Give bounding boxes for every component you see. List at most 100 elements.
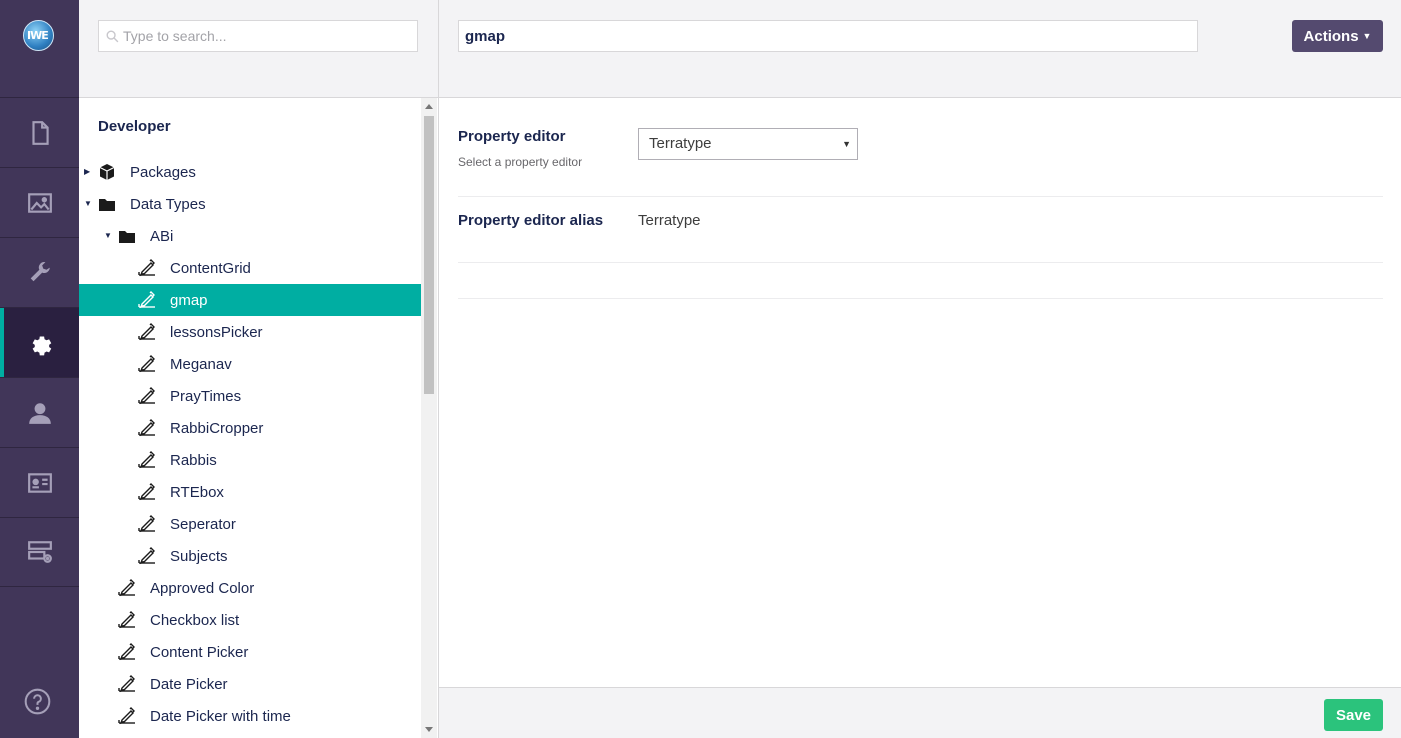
tree-item[interactable]: Meganav [79, 348, 421, 380]
scrollbar-thumb[interactable] [424, 116, 434, 394]
tree-item-label: Data Types [130, 195, 206, 213]
tree-item-label: RabbiCropper [170, 419, 264, 437]
tree-item[interactable]: Seperator [79, 508, 421, 540]
datatype-icon [138, 547, 156, 565]
tree-item[interactable]: Checkbox list [79, 604, 421, 636]
datatype-icon [138, 515, 156, 533]
tree-item-label: gmap [170, 291, 208, 309]
tree-item[interactable]: gmap [79, 284, 421, 316]
tree-item-label: Meganav [170, 355, 232, 373]
tree-item[interactable]: PrayTimes [79, 380, 421, 412]
tree-item-label: Content Picker [150, 643, 249, 661]
section-forms[interactable] [0, 517, 79, 587]
tree-item[interactable]: ▼ ABi [79, 220, 421, 252]
tree-item[interactable]: ▶ Packages [79, 156, 421, 188]
wrench-icon [30, 261, 50, 281]
caret-down-icon[interactable]: ▼ [104, 232, 112, 240]
tree-item[interactable]: Content Picker [79, 636, 421, 668]
search-box[interactable] [98, 20, 418, 52]
save-button[interactable]: Save [1324, 699, 1383, 731]
section-members[interactable] [0, 447, 79, 517]
tree-item[interactable]: Subjects [79, 540, 421, 572]
tree-scrollbar[interactable] [421, 98, 437, 738]
caret-right-icon[interactable]: ▶ [84, 168, 92, 176]
chevron-down-icon: ▼ [1362, 31, 1372, 41]
chevron-down-icon: ▼ [842, 139, 851, 149]
folder-icon [98, 195, 116, 213]
tree-item[interactable]: ContentGrid [79, 252, 421, 284]
datatype-icon [138, 355, 156, 373]
forms-icon [27, 541, 52, 563]
tree-item[interactable]: Date Picker [79, 668, 421, 700]
tree-item[interactable]: RTEbox [79, 476, 421, 508]
tree-search-area [79, 0, 438, 98]
section-settings[interactable] [0, 237, 79, 307]
datatype-icon [138, 323, 156, 341]
tree-item-label: lessonsPicker [170, 323, 263, 341]
datatype-icon [138, 387, 156, 405]
logo-text: IWE [27, 29, 49, 42]
tree-root-title: Developer [98, 118, 171, 135]
tree-item[interactable]: Approved Color [79, 572, 421, 604]
gear-icon [32, 336, 51, 355]
search-icon [106, 30, 119, 43]
divider [458, 262, 1383, 263]
datatype-icon [118, 675, 136, 693]
property-editor-select[interactable]: Terratype ▼ [638, 128, 858, 160]
id-card-icon [27, 472, 52, 493]
tree-item-label: Date Picker with time [150, 707, 291, 725]
tree-item-label: PrayTimes [170, 387, 242, 405]
property-editor-description: Select a property editor [458, 155, 583, 169]
section-content[interactable] [0, 97, 79, 167]
editor-panel: Actions▼ Property editor Select a proper… [439, 0, 1401, 738]
folder-icon [118, 227, 136, 245]
divider [458, 298, 1383, 299]
app-sidebar: IWE [0, 0, 79, 738]
logo[interactable]: IWE [23, 20, 54, 51]
tree-item-label: ABi [150, 227, 174, 245]
datatype-icon [118, 611, 136, 629]
tree-list: ▶ Packages ▼ Data Types ▼ ABi ContentGrid gmap l… [79, 156, 421, 732]
tree-item-label: Approved Color [150, 579, 255, 597]
property-editor-alias-value: Terratype [638, 212, 701, 229]
tree-panel: Developer ▶ Packages ▼ Data Types ▼ ABi Conten… [79, 0, 439, 738]
datatype-icon [118, 707, 136, 725]
tree-item-label: Checkbox list [150, 611, 240, 629]
datatype-icon [138, 259, 156, 277]
tree-item-label: ContentGrid [170, 259, 251, 277]
tree-item[interactable]: Rabbis [79, 444, 421, 476]
scroll-down-arrow[interactable] [425, 727, 433, 732]
caret-down-icon[interactable]: ▼ [84, 200, 92, 208]
datatype-name-input[interactable] [458, 20, 1198, 52]
scroll-up-arrow[interactable] [425, 104, 433, 109]
tree-item[interactable]: RabbiCropper [79, 412, 421, 444]
actions-button[interactable]: Actions ▼ [1292, 20, 1383, 52]
package-icon [98, 163, 116, 181]
tree-item-label: Date Picker [150, 675, 228, 693]
property-editor-alias-label: Property editor alias [458, 212, 604, 229]
tree-item-label: RTEbox [170, 483, 224, 501]
user-icon [28, 402, 51, 424]
property-editor-selected: Terratype [649, 135, 712, 152]
actions-label: Actions [1303, 27, 1359, 45]
tree-item-label: Subjects [170, 547, 228, 565]
tree-item[interactable]: ▼ Data Types [79, 188, 421, 220]
tree-item-label: Rabbis [170, 451, 217, 469]
tree-item-label: Packages [130, 163, 196, 181]
document-icon [31, 120, 49, 145]
section-developer[interactable] [0, 307, 79, 377]
editor-footer: Save [439, 687, 1401, 738]
datatype-icon [118, 643, 136, 661]
search-input[interactable] [123, 26, 413, 46]
section-users[interactable] [0, 377, 79, 447]
tree-item-label: Seperator [170, 515, 236, 533]
datatype-icon [138, 451, 156, 469]
section-media[interactable] [0, 167, 79, 237]
datatype-icon [138, 419, 156, 437]
tree-item[interactable]: lessonsPicker [79, 316, 421, 348]
image-icon [27, 192, 52, 213]
question-icon[interactable] [24, 688, 51, 715]
divider [458, 196, 1383, 197]
tree-item[interactable]: Date Picker with time [79, 700, 421, 732]
datatype-icon [138, 291, 156, 309]
